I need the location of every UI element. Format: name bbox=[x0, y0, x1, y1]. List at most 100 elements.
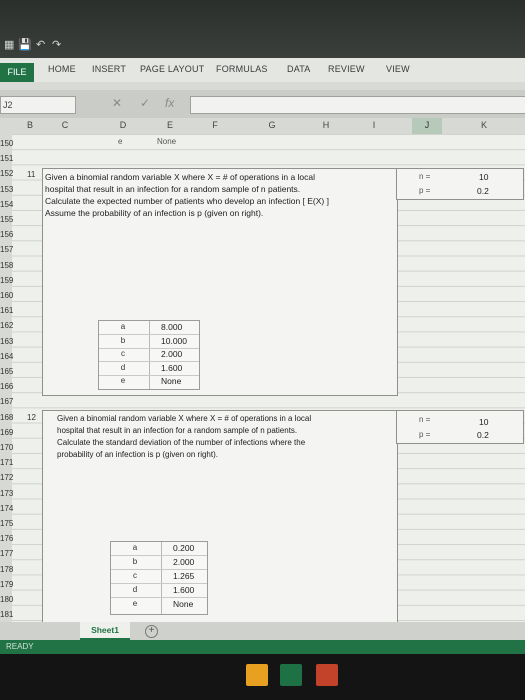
add-sheet-button[interactable]: + bbox=[145, 625, 158, 638]
status-text: READY bbox=[6, 642, 34, 651]
ribbon-body bbox=[0, 82, 525, 90]
fx-icon[interactable]: fx bbox=[165, 96, 174, 110]
redo-icon[interactable]: ↷ bbox=[52, 38, 61, 52]
undo-icon[interactable]: ↶ bbox=[36, 38, 45, 52]
tab-view[interactable]: VIEW bbox=[386, 64, 410, 74]
tab-formulas[interactable]: FORMULAS bbox=[216, 64, 268, 74]
tab-page-layout[interactable]: PAGE LAYOUT bbox=[140, 64, 204, 74]
row-number[interactable]: 160 bbox=[0, 290, 14, 302]
row-number[interactable]: 155 bbox=[0, 214, 14, 226]
question-text-line: Calculate the expected number of patient… bbox=[45, 196, 329, 206]
n-label: n = bbox=[419, 172, 431, 181]
tab-review[interactable]: REVIEW bbox=[328, 64, 365, 74]
formula-input[interactable] bbox=[190, 96, 525, 114]
row-number[interactable]: 165 bbox=[0, 366, 14, 378]
question-number: 11 bbox=[27, 170, 36, 179]
option-row[interactable]: b 2.000 bbox=[111, 556, 207, 570]
save-icon[interactable]: 💾 bbox=[18, 38, 32, 52]
p-label: p = bbox=[419, 430, 431, 439]
excel-taskbar-icon[interactable] bbox=[280, 664, 302, 686]
row-number[interactable]: 181 bbox=[0, 609, 14, 621]
option-row[interactable]: b 10.000 bbox=[99, 335, 199, 349]
col-header-g[interactable]: G bbox=[262, 120, 282, 130]
col-header-d[interactable]: D bbox=[113, 120, 133, 130]
answer-options: a 0.200 b 2.000 c 1.265 d 1.600 e None bbox=[110, 541, 208, 615]
row-number[interactable]: 152 bbox=[0, 168, 14, 180]
tab-file[interactable]: FILE bbox=[0, 63, 34, 82]
question-text-line: Given a binomial random variable X where… bbox=[57, 414, 312, 423]
row-number[interactable]: 167 bbox=[0, 396, 14, 408]
option-row[interactable]: a 0.200 bbox=[111, 542, 207, 556]
tab-home[interactable]: HOME bbox=[48, 64, 76, 74]
option-row[interactable]: d 1.600 bbox=[99, 362, 199, 376]
option-row[interactable]: e None bbox=[111, 598, 207, 611]
chrome-icon[interactable] bbox=[246, 664, 268, 686]
row-number[interactable]: 166 bbox=[0, 381, 14, 393]
option-row[interactable]: e None bbox=[99, 375, 199, 388]
row-number[interactable]: 173 bbox=[0, 488, 14, 500]
cell-e150[interactable]: None bbox=[157, 137, 176, 146]
row-number[interactable]: 153 bbox=[0, 184, 14, 196]
excel-icon: ▦ bbox=[4, 39, 15, 51]
parameters-box[interactable]: n = 10 p = 0.2 bbox=[396, 410, 524, 444]
question-text-line: Calculate the standard deviation of the … bbox=[57, 438, 306, 447]
row-number[interactable]: 158 bbox=[0, 260, 14, 272]
row-number[interactable]: 176 bbox=[0, 533, 14, 545]
row-number[interactable]: 178 bbox=[0, 564, 14, 576]
row-number[interactable]: 157 bbox=[0, 244, 14, 256]
column-headers: B C D E F G H I bbox=[0, 118, 525, 135]
row-number[interactable]: 162 bbox=[0, 320, 14, 332]
row-number[interactable]: 169 bbox=[0, 427, 14, 439]
row-number[interactable]: 168 bbox=[0, 412, 14, 424]
p-label: p = bbox=[419, 186, 431, 195]
row-number[interactable]: 150 bbox=[0, 138, 14, 150]
row-number[interactable]: 179 bbox=[0, 579, 14, 591]
row-number[interactable]: 151 bbox=[0, 153, 14, 165]
row-number[interactable]: 161 bbox=[0, 305, 14, 317]
powerpoint-taskbar-icon[interactable] bbox=[316, 664, 338, 686]
question-text-line: hospital that result in an infection for… bbox=[57, 426, 298, 435]
n-value: 10 bbox=[479, 417, 489, 427]
question-text-line: Assume the probability of an infection i… bbox=[45, 208, 264, 218]
cancel-icon[interactable]: ✕ bbox=[112, 96, 122, 110]
name-box[interactable]: J2 bbox=[0, 96, 76, 114]
row-number[interactable]: 177 bbox=[0, 548, 14, 560]
row-number[interactable]: 164 bbox=[0, 351, 14, 363]
option-row[interactable]: c 2.000 bbox=[99, 348, 199, 362]
sheet-tab-bar bbox=[0, 622, 525, 640]
col-header-e[interactable]: E bbox=[160, 120, 180, 130]
col-header-c[interactable]: C bbox=[55, 120, 75, 130]
tab-data[interactable]: DATA bbox=[287, 64, 310, 74]
row-number[interactable]: 154 bbox=[0, 199, 14, 211]
tab-insert[interactable]: INSERT bbox=[92, 64, 126, 74]
parameters-box[interactable]: n = 10 p = 0.2 bbox=[396, 168, 524, 200]
enter-icon[interactable]: ✓ bbox=[140, 96, 150, 110]
ribbon-tabs: HOME INSERT PAGE LAYOUT FORMULAS DATA RE… bbox=[0, 58, 525, 83]
row-number[interactable]: 171 bbox=[0, 457, 14, 469]
row-number[interactable]: 172 bbox=[0, 472, 14, 484]
row-number[interactable]: 180 bbox=[0, 594, 14, 606]
col-header-b[interactable]: B bbox=[20, 120, 40, 130]
option-row[interactable]: c 1.265 bbox=[111, 570, 207, 584]
col-header-k[interactable]: K bbox=[474, 120, 494, 130]
answer-options: a 8.000 b 10.000 c 2.000 d 1.600 e None bbox=[98, 320, 200, 390]
option-row[interactable]: a 8.000 bbox=[99, 321, 199, 335]
col-header-j[interactable]: J bbox=[417, 120, 437, 130]
col-header-i[interactable]: I bbox=[364, 120, 384, 130]
col-header-h[interactable]: H bbox=[316, 120, 336, 130]
row-number[interactable]: 163 bbox=[0, 336, 14, 348]
question-text-line: probability of an infection is p (given … bbox=[57, 450, 218, 459]
row-number[interactable]: 175 bbox=[0, 518, 14, 530]
cell-d150[interactable]: e bbox=[118, 137, 122, 146]
question-box[interactable]: Given a binomial random variable X where… bbox=[42, 410, 398, 624]
col-header-f[interactable]: F bbox=[205, 120, 225, 130]
option-row[interactable]: d 1.600 bbox=[111, 584, 207, 598]
row-number[interactable]: 156 bbox=[0, 229, 14, 241]
question-box[interactable]: Given a binomial random variable X where… bbox=[42, 168, 398, 396]
status-bar bbox=[0, 640, 525, 654]
sheet-tab-sheet1[interactable]: Sheet1 bbox=[80, 622, 130, 640]
row-number[interactable]: 174 bbox=[0, 503, 14, 515]
row-number[interactable]: 170 bbox=[0, 442, 14, 454]
question-text-line: hospital that result in an infection for… bbox=[45, 184, 301, 194]
row-number[interactable]: 159 bbox=[0, 275, 14, 287]
